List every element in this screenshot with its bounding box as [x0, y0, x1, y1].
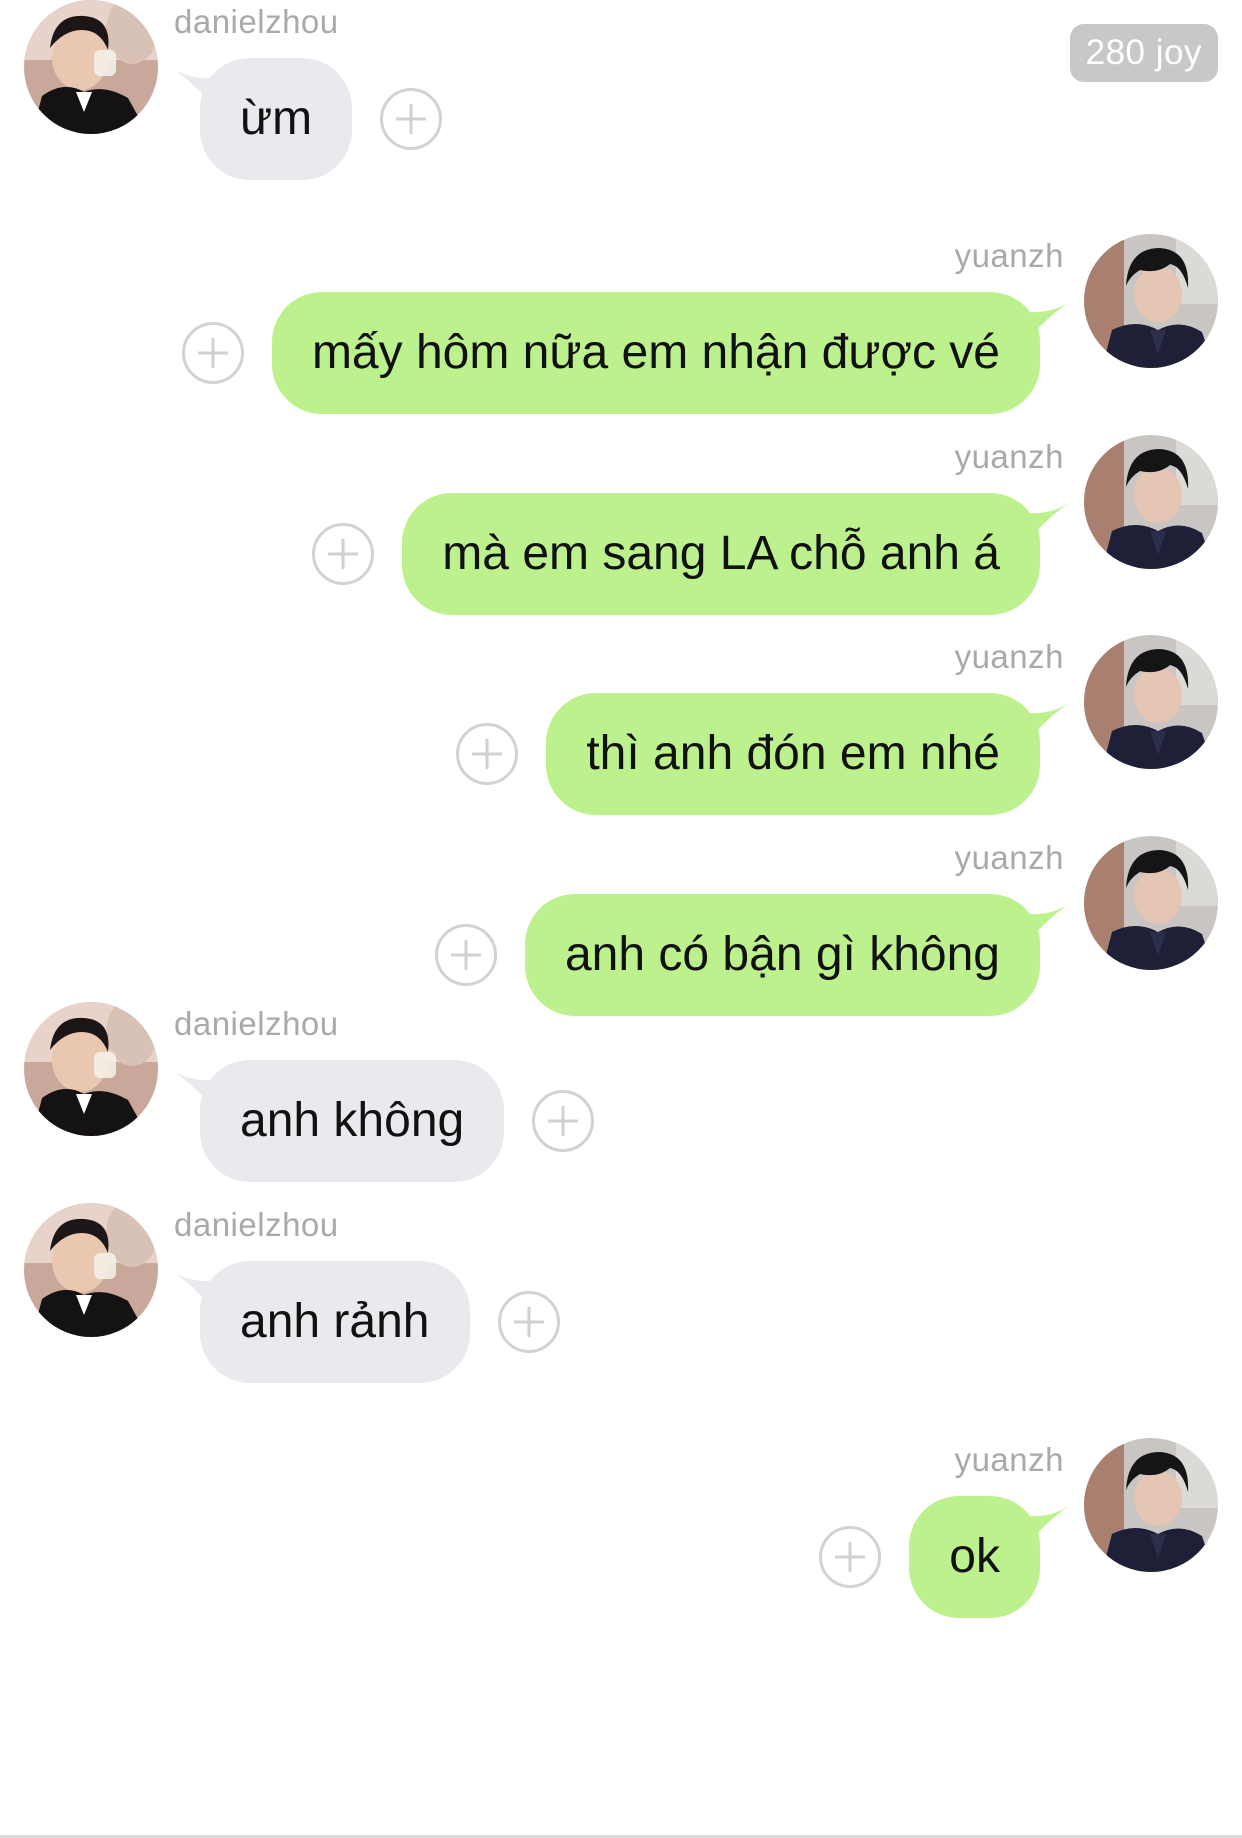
message-row: yuanzh mà em sang LA chỗ anh á [0, 401, 1242, 615]
chat-thread: danielzhou ừm yuanzh mấy hôm nữa em nhận đ… [0, 0, 1242, 1838]
incoming-message-bubble[interactable]: anh không [200, 1060, 505, 1182]
add-reaction-icon[interactable] [312, 523, 374, 585]
outgoing-message-bubble[interactable]: ok [909, 1496, 1040, 1618]
add-reaction-icon[interactable] [380, 88, 442, 150]
message-row: yuanzh anh có bận gì không [0, 802, 1242, 1016]
avatar-yuanzh[interactable] [1084, 836, 1218, 970]
sender-name: danielzhou [174, 1005, 339, 1042]
add-reaction-icon[interactable] [498, 1291, 560, 1353]
outgoing-message-bubble[interactable]: mà em sang LA chỗ anh á [402, 493, 1040, 615]
avatar-yuanzh[interactable] [1084, 435, 1218, 569]
avatar-yuanzh[interactable] [1084, 635, 1218, 769]
sender-name: yuanzh [954, 638, 1064, 675]
add-reaction-icon[interactable] [819, 1526, 881, 1588]
sender-name: yuanzh [954, 839, 1064, 876]
avatar-danielzhou[interactable] [24, 1002, 158, 1136]
message-row: yuanzh mấy hôm nữa em nhận được vé [0, 200, 1242, 414]
message-row: yuanzh ok [0, 1404, 1242, 1618]
outgoing-message-bubble[interactable]: anh có bận gì không [524, 894, 1040, 1016]
message-row: danielzhou anh rảnh [0, 1203, 1242, 1403]
add-reaction-icon[interactable] [456, 723, 518, 785]
sender-name: danielzhou [174, 1206, 339, 1243]
incoming-message-bubble[interactable]: anh rảnh [200, 1261, 470, 1383]
sender-name: danielzhou [174, 3, 339, 40]
sender-name: yuanzh [954, 1441, 1064, 1478]
sender-name: yuanzh [954, 438, 1064, 475]
outgoing-message-bubble[interactable]: thì anh đón em nhé [546, 693, 1040, 815]
avatar-yuanzh[interactable] [1084, 234, 1218, 368]
avatar-danielzhou[interactable] [24, 0, 158, 134]
message-row: danielzhou ừm [0, 0, 1242, 200]
add-reaction-icon[interactable] [532, 1090, 594, 1152]
incoming-message-bubble[interactable]: ừm [200, 58, 353, 180]
sender-name: yuanzh [954, 237, 1064, 274]
avatar-danielzhou[interactable] [24, 1203, 158, 1337]
message-row: danielzhou anh không [0, 1002, 1242, 1202]
joy-count-badge: 280 joy [1069, 24, 1218, 82]
outgoing-message-bubble[interactable]: mấy hôm nữa em nhận được vé [271, 292, 1040, 414]
add-reaction-icon[interactable] [182, 322, 244, 384]
add-reaction-icon[interactable] [435, 924, 497, 986]
message-row: yuanzh thì anh đón em nhé [0, 601, 1242, 815]
avatar-yuanzh[interactable] [1084, 1438, 1218, 1572]
